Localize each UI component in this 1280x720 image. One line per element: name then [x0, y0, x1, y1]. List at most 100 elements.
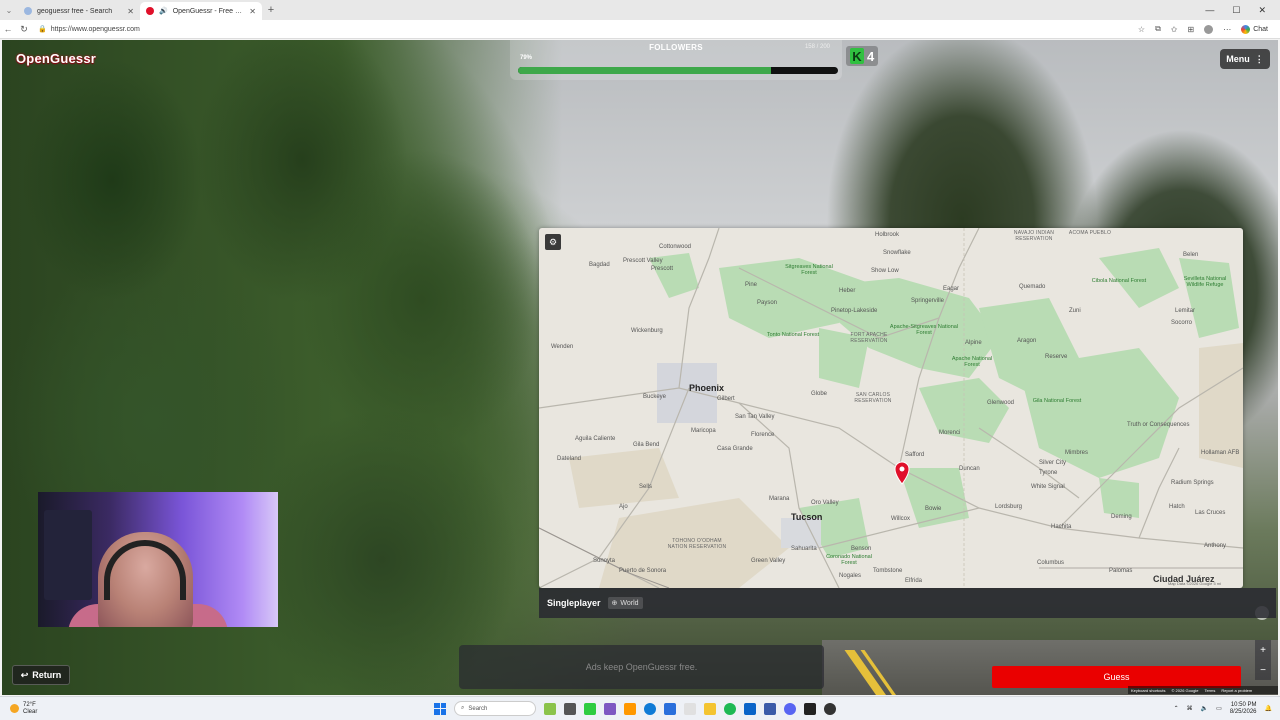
- window-controls: — ☐ ✕: [1205, 5, 1280, 16]
- map-label-forest: Apache National Forest: [951, 356, 993, 368]
- copilot-icon: [1241, 24, 1251, 34]
- map-label-town: Truth or Consequences: [1127, 422, 1190, 428]
- app-icon[interactable]: [764, 702, 776, 715]
- zoom-in-icon[interactable]: +: [1260, 645, 1266, 656]
- streamer-webcam: [38, 492, 278, 627]
- map-label-town: Nogales: [839, 573, 862, 579]
- map-label-town: Gilbert: [717, 396, 735, 402]
- close-tab-icon[interactable]: ✕: [127, 7, 134, 16]
- lock-icon: 🔒: [38, 26, 47, 33]
- tab-title: OpenGuessr - Free GeoGuessr: [172, 7, 245, 15]
- map-label-town: Aragon: [1017, 338, 1037, 344]
- chat-label: Chat: [1253, 25, 1268, 33]
- followers-progress-fill: [518, 67, 771, 74]
- windows-start-icon[interactable]: [434, 702, 446, 715]
- weather-widget[interactable]: 72°F Clear: [0, 702, 120, 716]
- menu-label: Menu: [1226, 54, 1250, 64]
- notifications-icon[interactable]: 🔔: [1265, 705, 1272, 712]
- taskbar-search[interactable]: ⌕ Search: [454, 701, 536, 716]
- return-button[interactable]: ↩ Return: [12, 665, 70, 685]
- app-icon[interactable]: [604, 702, 616, 715]
- task-view-icon[interactable]: [564, 702, 576, 715]
- streak-badge: K 4: [846, 46, 879, 66]
- panorama-attribution: Keyboard shortcuts © 2026 Google Terms R…: [1128, 686, 1278, 694]
- map-label-town: Elfrida: [905, 578, 923, 584]
- minimize-icon[interactable]: —: [1205, 5, 1214, 16]
- map-label-town: Sells: [639, 484, 653, 490]
- close-window-icon[interactable]: ✕: [1258, 5, 1266, 16]
- favorites-icon[interactable]: ✩: [1171, 25, 1178, 34]
- edge-icon[interactable]: [644, 702, 656, 715]
- store-icon[interactable]: [664, 702, 676, 715]
- extensions-icon[interactable]: ⧉: [1155, 24, 1161, 34]
- map-label-forest: Coronado National Forest: [826, 554, 872, 566]
- app-icon[interactable]: [624, 702, 636, 715]
- map-label-town: Pinetop-Lakeside: [831, 308, 878, 314]
- map-label-town: Glenwood: [987, 400, 1015, 406]
- map-label-town: Gila Bend: [633, 442, 660, 448]
- map-label-tucson: Tucson: [791, 512, 823, 522]
- clock[interactable]: 10:50 PM 8/25/2026: [1230, 702, 1257, 716]
- guess-button[interactable]: Guess: [992, 666, 1241, 688]
- guess-map[interactable]: ⚙ Phoenix Tucson Bagdad Prescott Valley …: [539, 228, 1243, 588]
- tab-actions-icon[interactable]: ⌄: [0, 0, 18, 20]
- app-icon[interactable]: [584, 702, 596, 715]
- maximize-icon[interactable]: ☐: [1232, 5, 1240, 16]
- report-problem-link[interactable]: Report a problem: [1221, 688, 1252, 693]
- notepad-icon[interactable]: [684, 702, 696, 715]
- zoom-controls: + −: [1255, 640, 1271, 680]
- favorite-star-icon[interactable]: ☆: [1138, 25, 1145, 34]
- map-settings-icon[interactable]: ⚙: [545, 234, 561, 250]
- profile-icon[interactable]: [1204, 24, 1214, 34]
- map-label-town: Columbus: [1037, 560, 1065, 566]
- file-explorer-icon[interactable]: [704, 702, 716, 715]
- map-label-town: Dateland: [557, 456, 582, 462]
- obs-icon[interactable]: [824, 702, 836, 715]
- volume-icon[interactable]: 🔈: [1201, 705, 1208, 712]
- refresh-icon[interactable]: ↻: [16, 24, 32, 35]
- battery-icon[interactable]: ▭: [1216, 705, 1222, 712]
- followers-label: FOLLOWERS: [649, 43, 703, 52]
- close-tab-icon[interactable]: ✕: [249, 7, 256, 16]
- map-label-town: Maricopa: [691, 428, 716, 434]
- weather-condition: Clear: [23, 708, 38, 715]
- new-tab-button[interactable]: +: [262, 4, 280, 16]
- more-icon[interactable]: ⋯: [1223, 25, 1231, 34]
- map-label-forest: Apache-Sitgreaves National Forest: [889, 324, 959, 336]
- map-label-town: Eagar: [943, 286, 960, 292]
- map-label-town: Alpine: [965, 340, 982, 346]
- url-field[interactable]: 🔒 https://www.openguessr.com: [38, 25, 140, 34]
- terminal-icon[interactable]: [804, 702, 816, 715]
- clock-time: 10:50 PM: [1230, 701, 1257, 708]
- map-label-town: Casa Grande: [717, 446, 753, 452]
- terms-link[interactable]: Terms: [1204, 688, 1215, 693]
- tray-chevron-icon[interactable]: ⌃: [1174, 705, 1179, 712]
- spotify-icon[interactable]: [724, 702, 736, 715]
- region-badge[interactable]: ⊕ World: [607, 597, 643, 609]
- tab-openguessr[interactable]: 🔊 OpenGuessr - Free GeoGuessr ✕: [140, 2, 262, 20]
- widgets-icon[interactable]: [544, 702, 556, 715]
- network-icon[interactable]: ⌘: [1187, 705, 1193, 712]
- map-label-town: Belen: [1183, 252, 1199, 258]
- discord-icon[interactable]: [784, 702, 796, 715]
- menu-button[interactable]: Menu ⋮: [1220, 49, 1270, 69]
- map-label-town: Reserve: [1045, 354, 1068, 360]
- openguessr-favicon-icon: [146, 7, 154, 15]
- outlook-icon[interactable]: [744, 702, 756, 715]
- openguessr-logo[interactable]: OpenGuessr: [16, 51, 96, 66]
- map-label-town: Tyrone: [1039, 470, 1058, 476]
- chat-button[interactable]: Chat: [1241, 24, 1268, 34]
- tucson-urban: [781, 518, 821, 548]
- map-label-town: Lordsburg: [995, 504, 1023, 510]
- audio-icon[interactable]: 🔊: [159, 7, 168, 15]
- map-label-town: Radium Springs: [1171, 480, 1214, 486]
- zoom-out-icon[interactable]: −: [1260, 665, 1266, 676]
- followers-progress-bar: [518, 67, 838, 74]
- collections-icon[interactable]: ⊞: [1188, 25, 1195, 34]
- map-label-town: Holbrook: [875, 232, 900, 238]
- map-label-forest: Tonto National Forest: [766, 332, 820, 338]
- map-label-town: Morenci: [939, 430, 961, 436]
- tab-search[interactable]: geoguessr free - Search ✕: [18, 2, 140, 20]
- keyboard-shortcuts-link[interactable]: Keyboard shortcuts: [1131, 688, 1165, 693]
- back-icon[interactable]: ←: [0, 24, 16, 34]
